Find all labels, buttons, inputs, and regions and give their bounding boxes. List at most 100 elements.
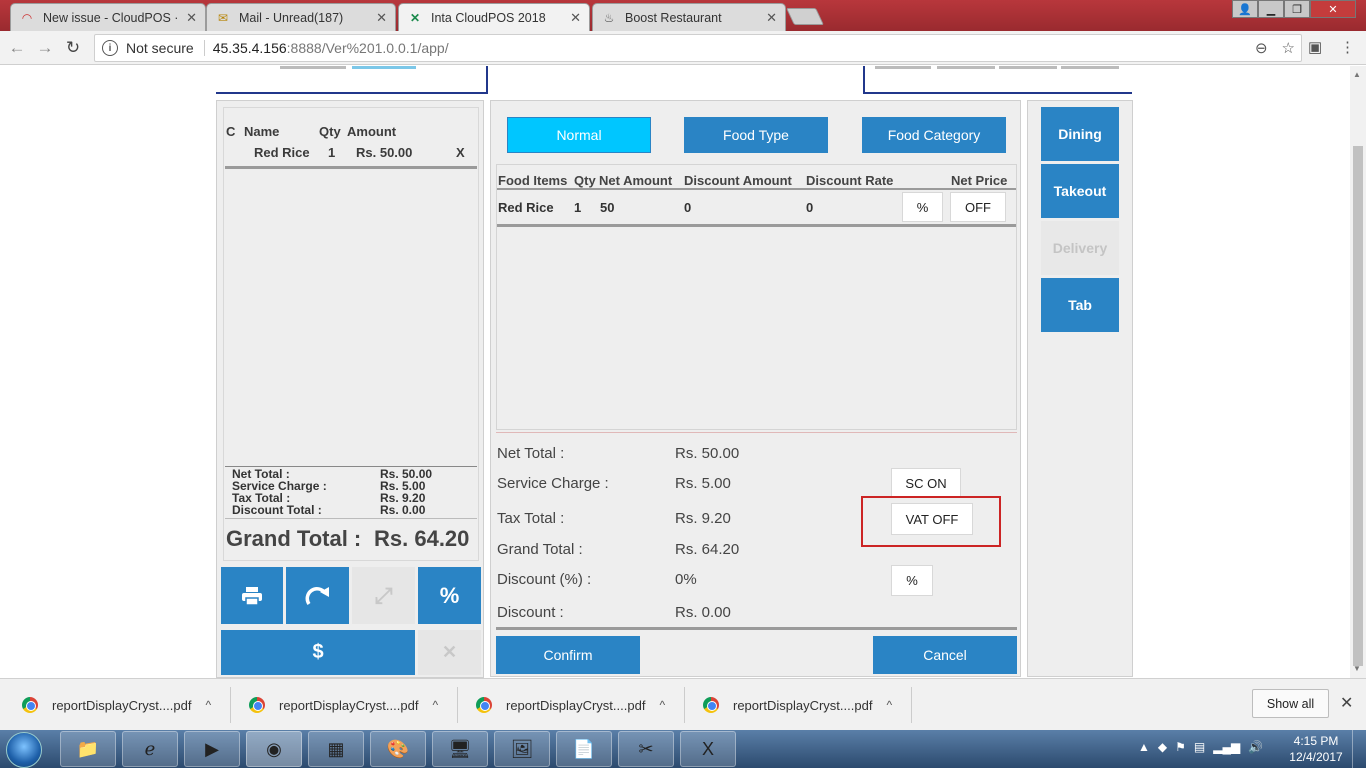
service-charge-label: Service Charge : [497, 475, 609, 492]
download-filename: reportDisplayCryst....pdf [733, 697, 873, 713]
zoom-icon[interactable]: ⊖ [1255, 39, 1268, 57]
item-off-button[interactable]: OFF [950, 192, 1006, 222]
tax-total-label: Tax Total : [497, 510, 565, 527]
new-tab-button[interactable] [786, 8, 824, 25]
col-qty: Qty [574, 173, 596, 188]
paint-icon[interactable]: 🎨 [370, 731, 426, 767]
download-item[interactable]: reportDisplayCryst....pdf ^ [249, 691, 438, 719]
delivery-button[interactable]: Delivery [1041, 221, 1119, 275]
scrollbar-thumb[interactable] [1353, 146, 1363, 666]
divider [496, 627, 1017, 630]
downloads-bar: reportDisplayCryst....pdf ^ reportDispla… [0, 678, 1366, 730]
notes-icon[interactable]: 📄 [556, 731, 612, 767]
volume-icon[interactable]: 🔊 [1248, 740, 1263, 754]
url-host: 45.35.4.156 [212, 40, 287, 56]
bookmark-star-icon[interactable]: ☆ [1282, 39, 1295, 57]
file-explorer-icon[interactable]: 📁 [60, 731, 116, 767]
close-icon[interactable]: ✕ [376, 10, 387, 26]
order-panel: Normal Food Type Food Category Food Item… [490, 100, 1021, 677]
tab-cloudpos[interactable]: ✕ Inta CloudPOS 2018 ✕ [398, 3, 590, 31]
col-net-price: Net Price [951, 173, 1008, 188]
scroll-down-icon[interactable]: ▼ [1353, 664, 1361, 673]
food-items-table: Food Items Qty Net Amount Discount Amoun… [496, 164, 1017, 430]
takeout-button[interactable]: Takeout [1041, 164, 1119, 218]
chevron-up-icon[interactable]: ^ [659, 698, 665, 712]
back-icon[interactable]: ← [6, 37, 28, 59]
show-hidden-icons-icon[interactable]: ▲ [1138, 740, 1150, 754]
percent-button[interactable]: % [418, 567, 481, 624]
snipping-tool-icon[interactable]: ✂ [618, 731, 674, 767]
tab-new-issue[interactable]: ◠ New issue - CloudPOS · I ✕ [10, 3, 206, 31]
pay-button[interactable]: $ [221, 630, 415, 675]
food-type-button[interactable]: Food Type [684, 117, 828, 153]
discount-percent-button[interactable]: % [891, 565, 933, 596]
tab-mail[interactable]: ✉ Mail - Unread(187) ✕ [206, 3, 396, 31]
col-food-items: Food Items [498, 173, 568, 188]
dining-button[interactable]: Dining [1041, 107, 1119, 161]
scroll-up-icon[interactable]: ▲ [1353, 70, 1361, 79]
col-discount-rate: Discount Rate [806, 173, 894, 188]
system-tray: ▲ ◆ ⚑ ▤ ▂▄▆ 🔊 [1138, 740, 1263, 754]
info-icon[interactable]: i [102, 40, 118, 56]
media-player-icon[interactable]: ▶ [184, 731, 240, 767]
device-icon[interactable]: ▤ [1194, 740, 1205, 754]
user-icon[interactable]: 👤 [1232, 0, 1258, 18]
chevron-up-icon[interactable]: ^ [432, 698, 438, 712]
excel-icon[interactable]: X [680, 731, 736, 767]
extension-icon[interactable]: ▣ [1308, 38, 1322, 56]
download-filename: reportDisplayCryst....pdf [279, 697, 419, 713]
avast-icon[interactable]: ◆ [1158, 740, 1167, 754]
item-percent-button[interactable]: % [902, 192, 943, 222]
menu-icon[interactable]: ⋮ [1340, 38, 1355, 56]
forward-icon[interactable]: → [34, 37, 56, 59]
photo-viewer-icon[interactable]: 🖼 [494, 731, 550, 767]
tab-label: Mail - Unread(187) [239, 10, 344, 25]
network-icon[interactable]: ▂▄▆ [1213, 740, 1240, 754]
cart-panel: C Name Qty Amount Red Rice 1 Rs. 50.00 X… [216, 100, 484, 678]
download-item[interactable]: reportDisplayCryst....pdf ^ [703, 691, 892, 719]
close-downloads-icon[interactable]: ✕ [1340, 693, 1353, 713]
cart-item-name: Red Rice [254, 145, 310, 160]
close-icon[interactable]: ✕ [570, 10, 581, 26]
chevron-up-icon[interactable]: ^ [886, 698, 892, 712]
expand-button[interactable]: ⤢ [352, 567, 415, 624]
redo-button[interactable] [286, 567, 349, 624]
remove-item-button[interactable]: X [456, 145, 465, 160]
service-charge-toggle[interactable]: SC ON [891, 468, 961, 498]
windows-taskbar: 📁 ℯ ▶ ◉ ▦ 🎨 🖥 🖼 📄 ✂ X ▲ ◆ ⚑ ▤ ▂▄▆ 🔊 4:15… [0, 730, 1366, 768]
food-category-button[interactable]: Food Category [862, 117, 1006, 153]
internet-explorer-icon[interactable]: ℯ [122, 731, 178, 767]
discount-label: Discount : [497, 604, 564, 621]
download-item[interactable]: reportDisplayCryst....pdf ^ [22, 691, 211, 719]
cart-item-qty: 1 [328, 145, 336, 160]
show-all-button[interactable]: Show all [1252, 689, 1329, 718]
tab-button[interactable]: Tab [1041, 278, 1119, 332]
window-close-icon[interactable]: ✕ [1310, 0, 1356, 18]
print-button[interactable] [221, 567, 283, 624]
minimize-icon[interactable]: ▁ [1258, 0, 1284, 18]
address-bar[interactable]: i Not secure 45.35.4.156 :8888/Ver%201.0… [94, 34, 1302, 62]
cancel-button[interactable]: Cancel [873, 636, 1017, 674]
flag-icon[interactable]: ⚑ [1175, 740, 1186, 754]
reload-icon[interactable]: ↻ [62, 37, 84, 59]
normal-button[interactable]: Normal [507, 117, 651, 153]
page-scrollbar[interactable]: ▲ ▼ [1350, 66, 1366, 678]
maximize-icon[interactable]: ❐ [1284, 0, 1310, 18]
tab-boost-restaurant[interactable]: ♨ Boost Restaurant ✕ [592, 3, 786, 31]
show-desktop-button[interactable] [1352, 730, 1366, 768]
close-icon[interactable]: ✕ [186, 10, 197, 26]
chevron-up-icon[interactable]: ^ [205, 698, 211, 712]
expand-icon: ⤢ [374, 582, 393, 608]
chrome-icon [249, 697, 265, 713]
calculator-icon[interactable]: ▦ [308, 731, 364, 767]
confirm-button[interactable]: Confirm [496, 636, 640, 674]
taskbar-clock[interactable]: 4:15 PM 12/4/2017 [1284, 733, 1348, 765]
close-icon[interactable]: ✕ [766, 10, 777, 26]
start-button[interactable] [6, 732, 42, 768]
vat-toggle[interactable]: VAT OFF [891, 503, 973, 535]
remote-desktop-icon[interactable]: 🖥 [432, 731, 488, 767]
clear-button[interactable]: ✕ [418, 630, 481, 675]
download-item[interactable]: reportDisplayCryst....pdf ^ [476, 691, 665, 719]
chrome-taskbar-icon[interactable]: ◉ [246, 731, 302, 767]
item-discount-rate: 0 [806, 200, 814, 215]
